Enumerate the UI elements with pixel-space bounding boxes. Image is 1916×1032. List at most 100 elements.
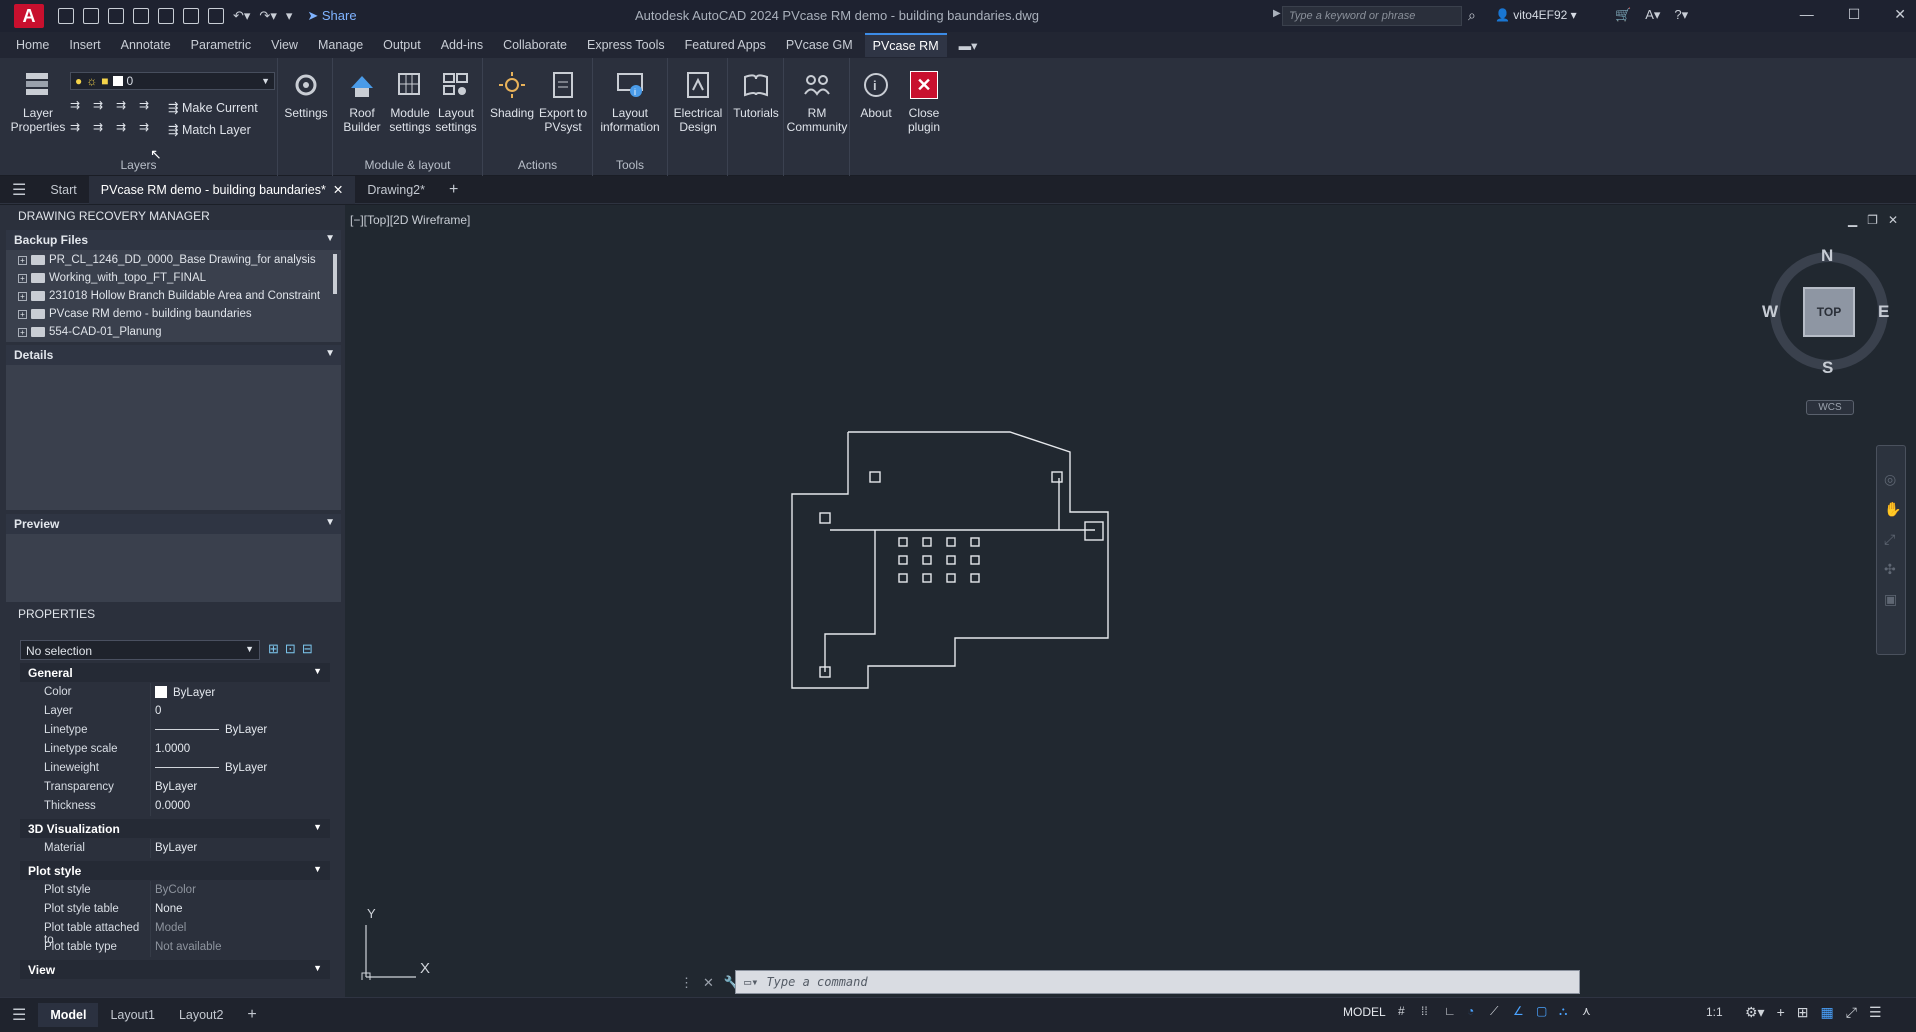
orbit-icon[interactable]: ✣ xyxy=(1884,554,1901,584)
viewport-restore-icon[interactable]: ❐ xyxy=(1867,213,1878,227)
property-row[interactable]: Linetype ByLayer xyxy=(20,721,330,740)
clean-screen-icon[interactable]: ⤢ xyxy=(1846,1004,1857,1021)
redo-icon[interactable]: ↷▾ xyxy=(259,8,276,24)
backup-file-item[interactable]: + Working_with_topo_FT_FINAL xyxy=(18,272,206,284)
match-layer-button[interactable]: ⇶ Match Layer xyxy=(168,122,251,137)
annotation-scale-icon[interactable]: ⋏ xyxy=(1582,1004,1596,1018)
ribbon-tab-pvcase-gm[interactable]: PVcase GM xyxy=(778,34,861,56)
property-row[interactable]: Plot style ByColor xyxy=(20,881,330,900)
layer-isolate-icon[interactable]: ⇉ xyxy=(93,98,109,112)
viewport-close-icon[interactable]: ✕ xyxy=(1888,213,1898,227)
annotation-visibility-icon[interactable]: ⛬ xyxy=(1559,1004,1573,1018)
module-settings-button[interactable]: Module settings xyxy=(385,68,435,134)
property-value[interactable]: 0.0000 xyxy=(150,797,330,816)
ribbon-tab-annotate[interactable]: Annotate xyxy=(113,34,179,56)
isodraft-icon[interactable]: ⟋ xyxy=(1490,1004,1504,1018)
backup-file-item[interactable]: +554-CAD-01_Planung xyxy=(18,326,162,338)
add-icon[interactable]: + xyxy=(1777,1004,1785,1021)
plot-group-header[interactable]: Plot style ▼ xyxy=(20,861,330,880)
ribbon-tab-collaborate[interactable]: Collaborate xyxy=(495,34,575,56)
plot-icon[interactable] xyxy=(208,8,224,24)
model-viewport[interactable] xyxy=(345,205,1916,997)
viewport-minimize-icon[interactable]: ▁ xyxy=(1848,213,1857,227)
compass-north[interactable]: N xyxy=(1821,246,1833,266)
property-value[interactable]: ByLayer xyxy=(150,721,330,740)
layer-thaw-icon[interactable]: ⇉ xyxy=(116,120,132,134)
share-button[interactable]: ➤ Share xyxy=(307,8,356,24)
view-group-header[interactable]: View ▼ xyxy=(20,960,330,979)
tutorials-button[interactable]: Tutorials xyxy=(730,68,782,120)
ribbon-workspace-dropdown-icon[interactable]: ▬▾ xyxy=(951,34,986,57)
customization-icon[interactable]: ☰ xyxy=(1869,1004,1882,1021)
search-icon[interactable]: ⌕ xyxy=(1468,7,1476,24)
compass-south[interactable]: S xyxy=(1822,358,1833,378)
property-value[interactable]: ByColor xyxy=(150,881,330,900)
roof-builder-button[interactable]: Roof Builder xyxy=(337,68,387,134)
viewport-controls-label[interactable]: [−][Top][2D Wireframe] xyxy=(350,213,470,227)
close-tab-icon[interactable]: ✕ xyxy=(333,182,343,197)
model-space-toggle[interactable]: MODEL xyxy=(1343,1005,1386,1019)
preview-header[interactable]: Preview ▼ xyxy=(6,514,341,534)
details-header[interactable]: Details ▼ xyxy=(6,345,341,365)
about-button[interactable]: i About xyxy=(854,68,898,120)
viewcube-top[interactable]: TOP xyxy=(1803,287,1855,337)
layer-properties-button[interactable]: Layer Properties xyxy=(8,68,68,134)
command-grip-icon[interactable]: ⋮ xyxy=(680,975,693,991)
layer-on-icon[interactable]: ⇉ xyxy=(70,120,86,134)
layout-settings-button[interactable]: Layout settings xyxy=(431,68,481,134)
layer-unisolate-icon[interactable]: ⇉ xyxy=(93,120,109,134)
ribbon-tab-insert[interactable]: Insert xyxy=(61,34,108,56)
close-plugin-button[interactable]: ✕ Close plugin xyxy=(902,68,946,134)
backup-file-item[interactable]: + PVcase RM demo - building baundaries xyxy=(18,308,252,320)
cart-icon[interactable]: 🛒 xyxy=(1615,7,1631,23)
tab-active-drawing[interactable]: PVcase RM demo - building baundaries* ✕ xyxy=(88,175,356,204)
snap-icon[interactable]: ⁞⁞ xyxy=(1421,1004,1435,1018)
layers-panel-title[interactable]: Layers xyxy=(0,158,277,172)
ribbon-tab-manage[interactable]: Manage xyxy=(310,34,371,56)
expand-icon[interactable]: + xyxy=(18,309,27,319)
layer-dropdown[interactable]: ● ☼ ■ 0 ▼ xyxy=(70,72,275,90)
ortho-icon[interactable]: ∟ xyxy=(1444,1004,1458,1018)
ribbon-tab-featured-apps[interactable]: Featured Apps xyxy=(677,34,774,56)
minimize-window-icon[interactable]: — xyxy=(1800,6,1814,23)
open-web-icon[interactable] xyxy=(158,8,174,24)
customize-dropdown-icon[interactable]: ▾ xyxy=(286,8,293,24)
hardware-accel-icon[interactable]: ▦ xyxy=(1821,1004,1834,1021)
property-value[interactable]: ByLayer xyxy=(150,839,330,858)
object-snap-icon[interactable]: ▢ xyxy=(1536,1004,1550,1018)
backup-file-item[interactable]: +231018 Hollow Branch Buildable Area and… xyxy=(18,290,320,302)
layer-unlock-icon[interactable]: ⇉ xyxy=(139,120,155,134)
help-search-input[interactable]: Type a keyword or phrase xyxy=(1282,6,1462,26)
save-icon[interactable] xyxy=(108,8,124,24)
undo-icon[interactable]: ↶▾ xyxy=(233,8,250,24)
ribbon-tab-output[interactable]: Output xyxy=(375,34,429,56)
make-current-button[interactable]: ⇶ Make Current xyxy=(168,100,258,115)
backup-files-header[interactable]: Backup Files ▼ xyxy=(6,230,341,250)
property-value[interactable]: ByLayer xyxy=(150,778,330,797)
property-row[interactable]: Plot style table None xyxy=(20,900,330,919)
ribbon-tab-express-tools[interactable]: Express Tools xyxy=(579,34,673,56)
property-value[interactable]: None xyxy=(150,900,330,919)
autocad-logo-icon[interactable]: A xyxy=(14,4,44,28)
workspace-gear-icon[interactable]: ⚙▾ xyxy=(1745,1004,1765,1021)
new-tab-icon[interactable]: + xyxy=(437,176,470,204)
open-file-icon[interactable] xyxy=(83,8,99,24)
tab-drawing2[interactable]: Drawing2* xyxy=(355,176,437,204)
backup-file-item[interactable]: + PR_CL_1246_DD_0000_Base Drawing_for ana… xyxy=(18,254,316,266)
property-row[interactable]: Transparency ByLayer xyxy=(20,778,330,797)
shading-button[interactable]: Shading xyxy=(487,68,537,120)
layout-tab-model[interactable]: Model xyxy=(38,1003,99,1027)
toggle-pickadd-icon[interactable]: ⊞ xyxy=(268,641,279,657)
property-value[interactable]: ByLayer xyxy=(150,683,330,702)
property-row[interactable]: Plot table type Not available xyxy=(20,938,330,957)
compass-east[interactable]: E xyxy=(1878,302,1889,322)
ribbon-tab-view[interactable]: View xyxy=(263,34,306,56)
app-menu-icon[interactable]: ☰ xyxy=(0,176,38,204)
property-row[interactable]: Layer 0 xyxy=(20,702,330,721)
command-close-icon[interactable]: ✕ xyxy=(703,975,714,991)
selection-dropdown[interactable]: No selection ▼ xyxy=(20,640,260,660)
layer-lock-icon[interactable]: ⇉ xyxy=(139,98,155,112)
save-as-icon[interactable] xyxy=(133,8,149,24)
isolate-objects-icon[interactable]: ⊞ xyxy=(1797,1004,1809,1021)
settings-button[interactable]: Settings xyxy=(284,68,328,120)
